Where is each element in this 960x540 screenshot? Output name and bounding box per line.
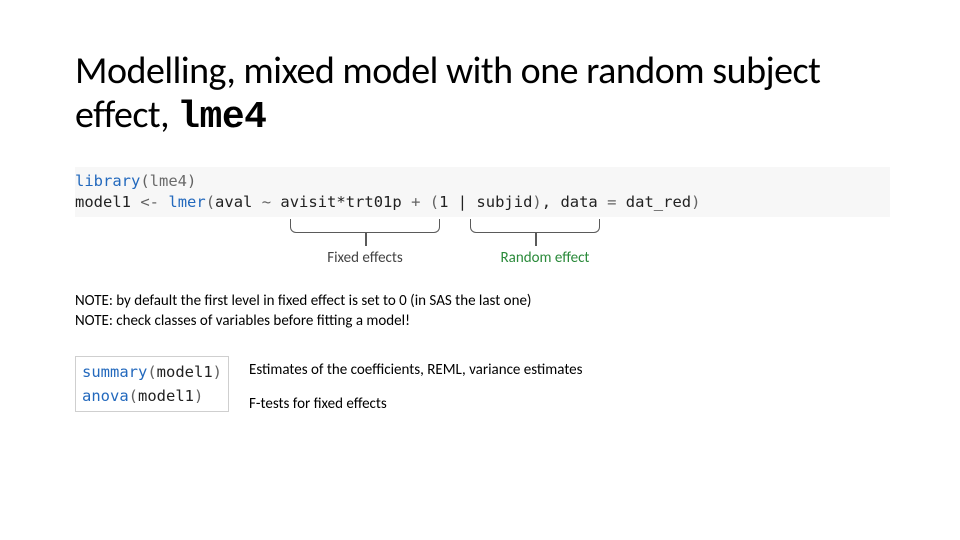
- tok-anova: anova: [82, 387, 129, 405]
- label-fixed-effects: Fixed effects: [327, 249, 403, 267]
- tok-summary: summary: [82, 363, 147, 381]
- desc-anova: F-tests for fixed effects: [249, 394, 583, 414]
- desc-summary: Estimates of the coefficients, REML, var…: [249, 360, 583, 380]
- tok-data-val: dat_red: [626, 193, 691, 211]
- bracket-fixed: [290, 219, 440, 233]
- notes-block: NOTE: by default the first level in fixe…: [75, 291, 890, 332]
- tok-lhs: aval: [215, 193, 252, 211]
- slide-title: Modelling, mixed model with one random s…: [75, 50, 890, 139]
- tok-lmer: lmer: [168, 193, 205, 211]
- tok-assign: <-: [140, 193, 159, 211]
- tok-random-term: 1 | subjid: [439, 193, 532, 211]
- bracket-random: [470, 219, 600, 233]
- code-block-secondary: summary(model1) anova(model1): [75, 356, 229, 412]
- tok-model-var: model1: [75, 193, 131, 211]
- tok-fixed-term: avisit*trt01p: [280, 193, 401, 211]
- tok-library: library: [75, 172, 140, 190]
- bracket-annotations: Fixed effects Random effect: [75, 219, 890, 267]
- desc-column: Estimates of the coefficients, REML, var…: [249, 356, 583, 415]
- note-line-1: NOTE: by default the first level in fixe…: [75, 291, 890, 311]
- code-desc-row: summary(model1) anova(model1) Estimates …: [75, 356, 890, 415]
- tok-library-arg: lme4: [150, 172, 187, 190]
- code-block-main: library(lme4) model1 <- lmer(aval ~ avis…: [75, 167, 890, 217]
- label-random-effect: Random effect: [501, 249, 590, 267]
- title-package: lme4: [177, 96, 266, 139]
- note-line-2: NOTE: check classes of variables before …: [75, 311, 890, 331]
